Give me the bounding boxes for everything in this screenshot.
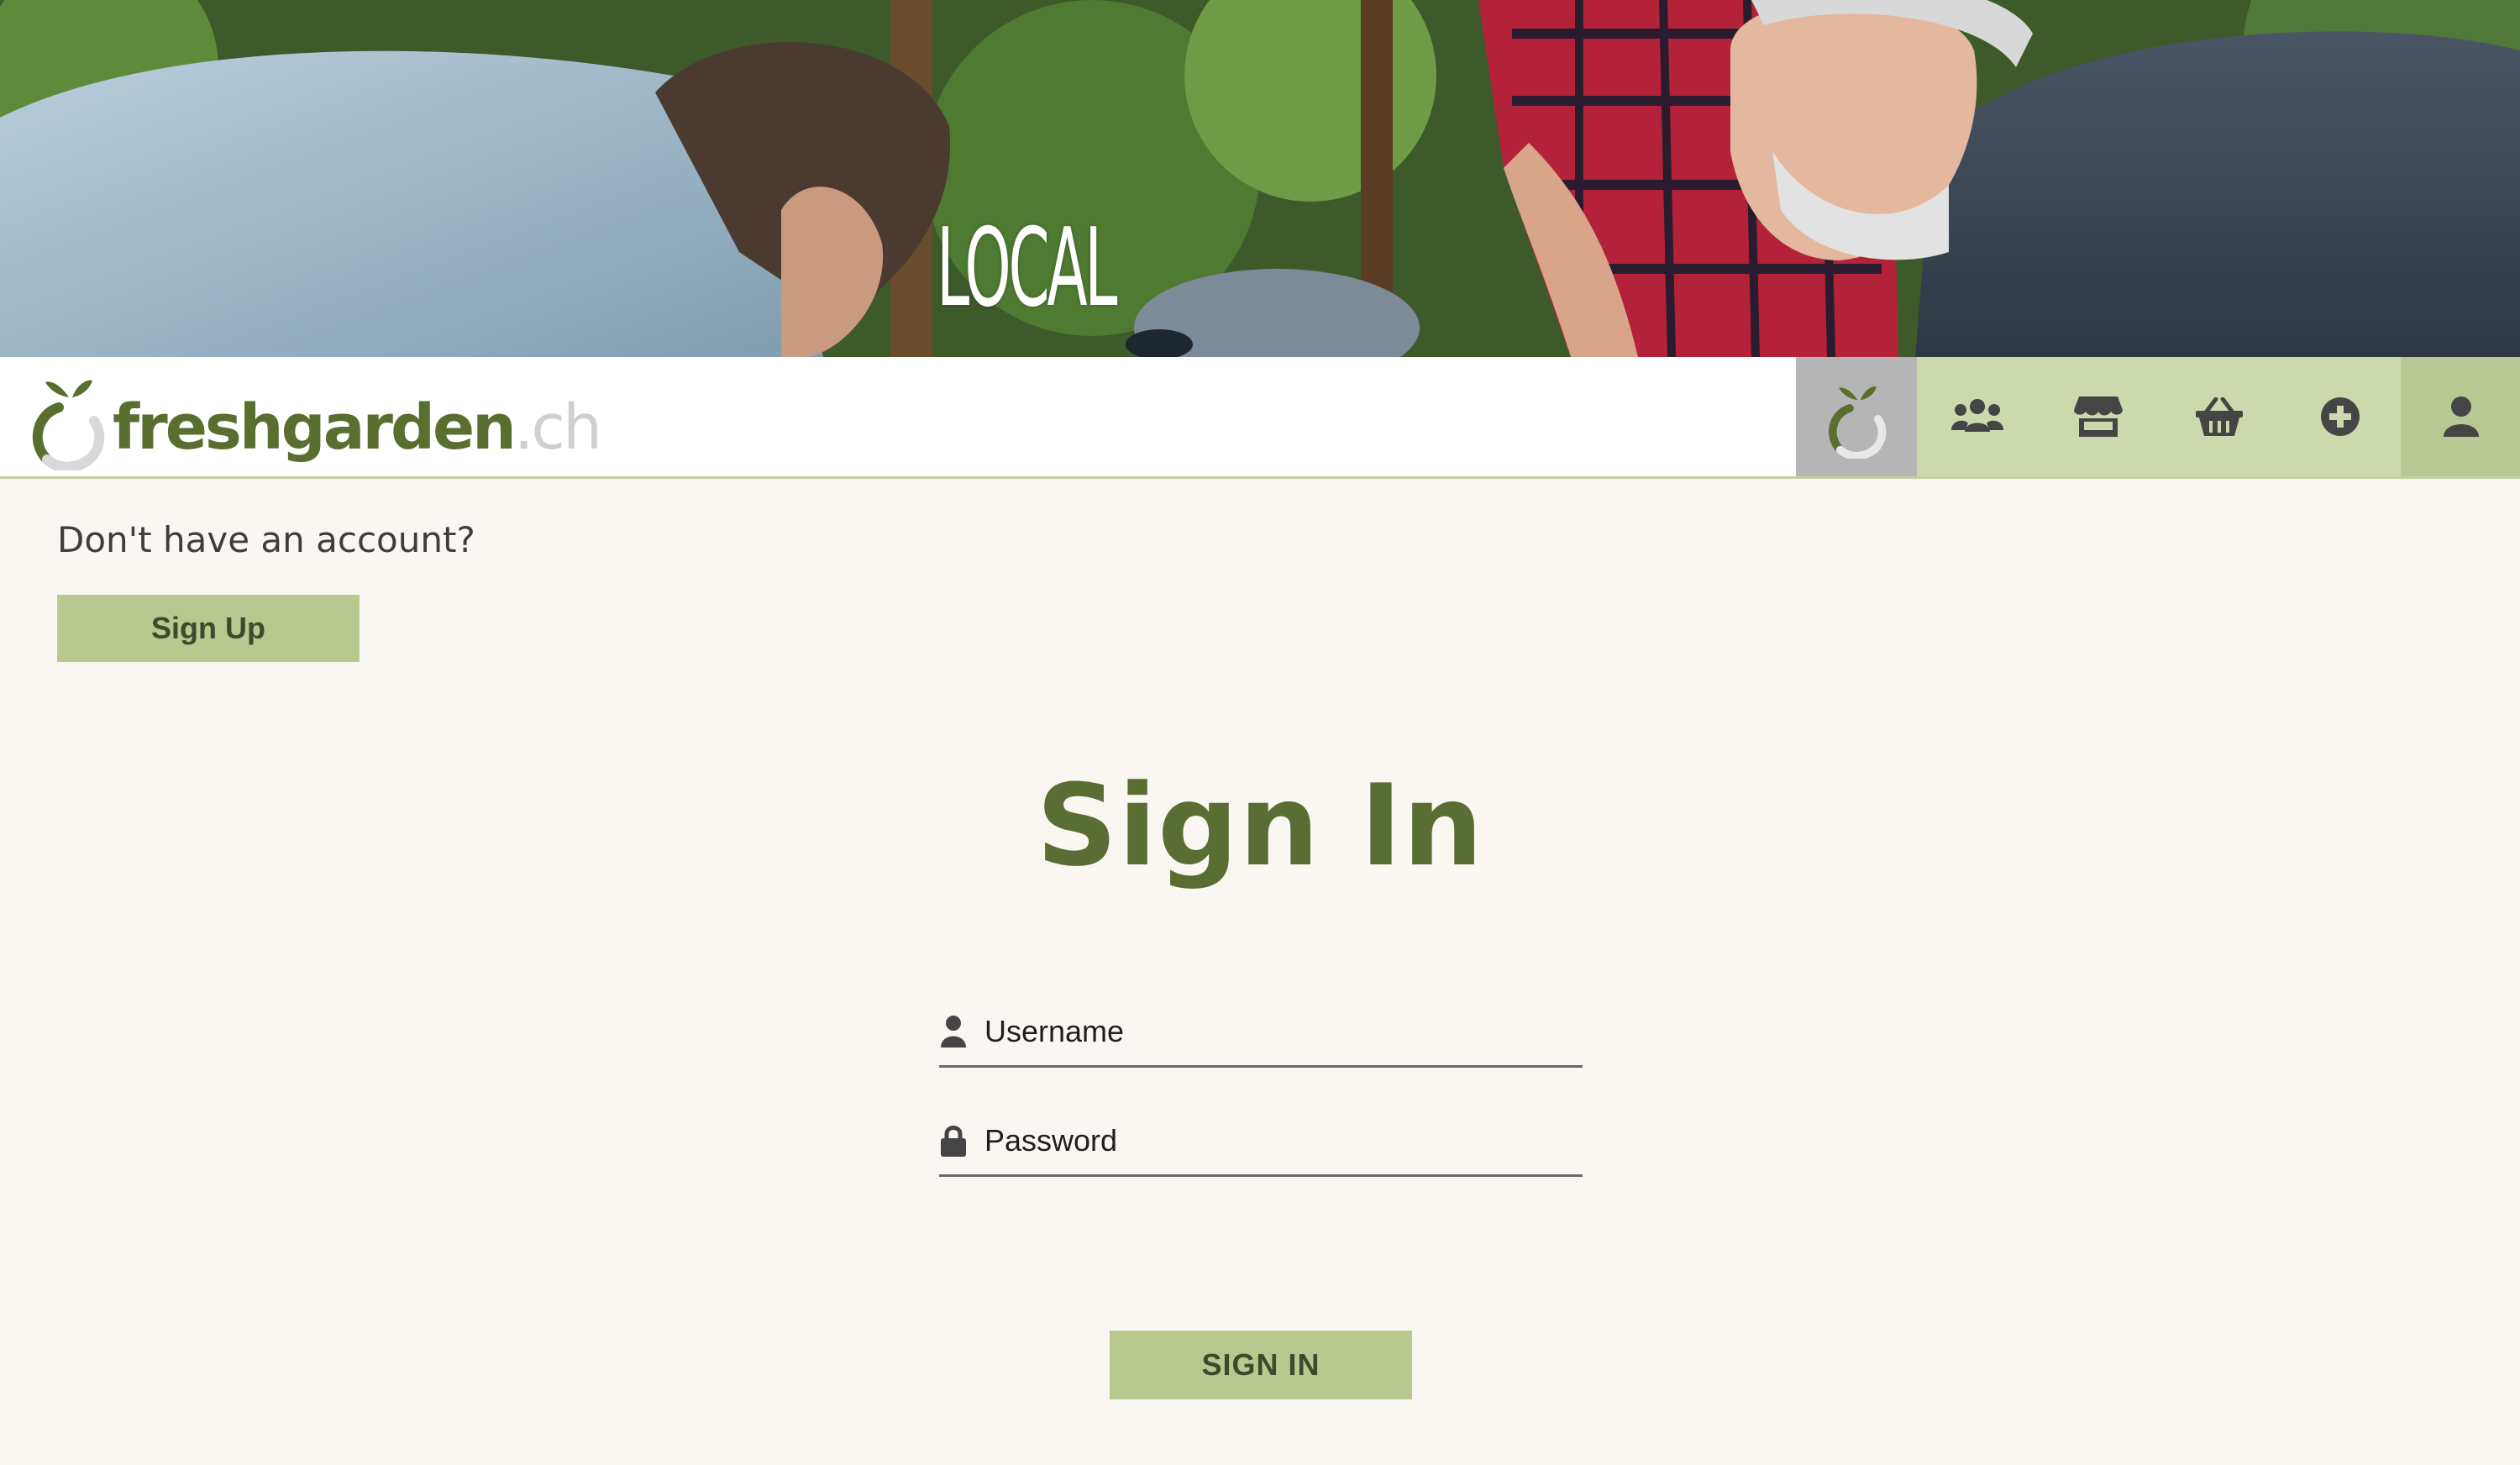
site-logo[interactable]: freshgarden.ch <box>25 365 602 470</box>
user-icon <box>941 1015 968 1048</box>
signup-prompt: Don't have an account? <box>57 519 475 560</box>
hero-overlay-text: LOCAL <box>937 206 1117 331</box>
basket-icon <box>2196 397 2243 436</box>
site-header: freshgarden.ch <box>0 357 2520 479</box>
lock-icon <box>941 1124 968 1158</box>
password-field <box>939 1107 1583 1177</box>
main-nav <box>1796 357 2520 476</box>
nav-community[interactable] <box>1917 357 2038 476</box>
signup-button[interactable]: Sign Up <box>57 595 360 662</box>
hero-banner: LOCAL <box>0 0 2520 357</box>
nav-account[interactable] <box>2401 357 2520 476</box>
apple-logo-icon <box>1829 386 1887 459</box>
signin-button[interactable]: SIGN IN <box>1110 1331 1412 1399</box>
page-title: Sign In <box>1036 760 1484 891</box>
store-icon <box>2074 396 2123 437</box>
users-icon <box>1951 399 2003 432</box>
nav-shop[interactable] <box>2038 357 2159 476</box>
password-input[interactable] <box>983 1122 1583 1159</box>
username-input[interactable] <box>983 1013 1583 1050</box>
plus-circle-icon <box>2321 397 2360 436</box>
logo-tld: .ch <box>513 391 602 464</box>
logo-wordmark: freshgarden.ch <box>113 391 602 464</box>
hero-photo <box>0 0 2520 357</box>
user-icon <box>2444 396 2479 437</box>
nav-add[interactable] <box>2280 357 2401 476</box>
logo-name: freshgarden <box>113 391 517 464</box>
nav-basket[interactable] <box>2159 357 2280 476</box>
apple-logo-icon <box>32 380 105 470</box>
nav-home[interactable] <box>1796 357 1917 476</box>
username-field <box>939 998 1583 1068</box>
